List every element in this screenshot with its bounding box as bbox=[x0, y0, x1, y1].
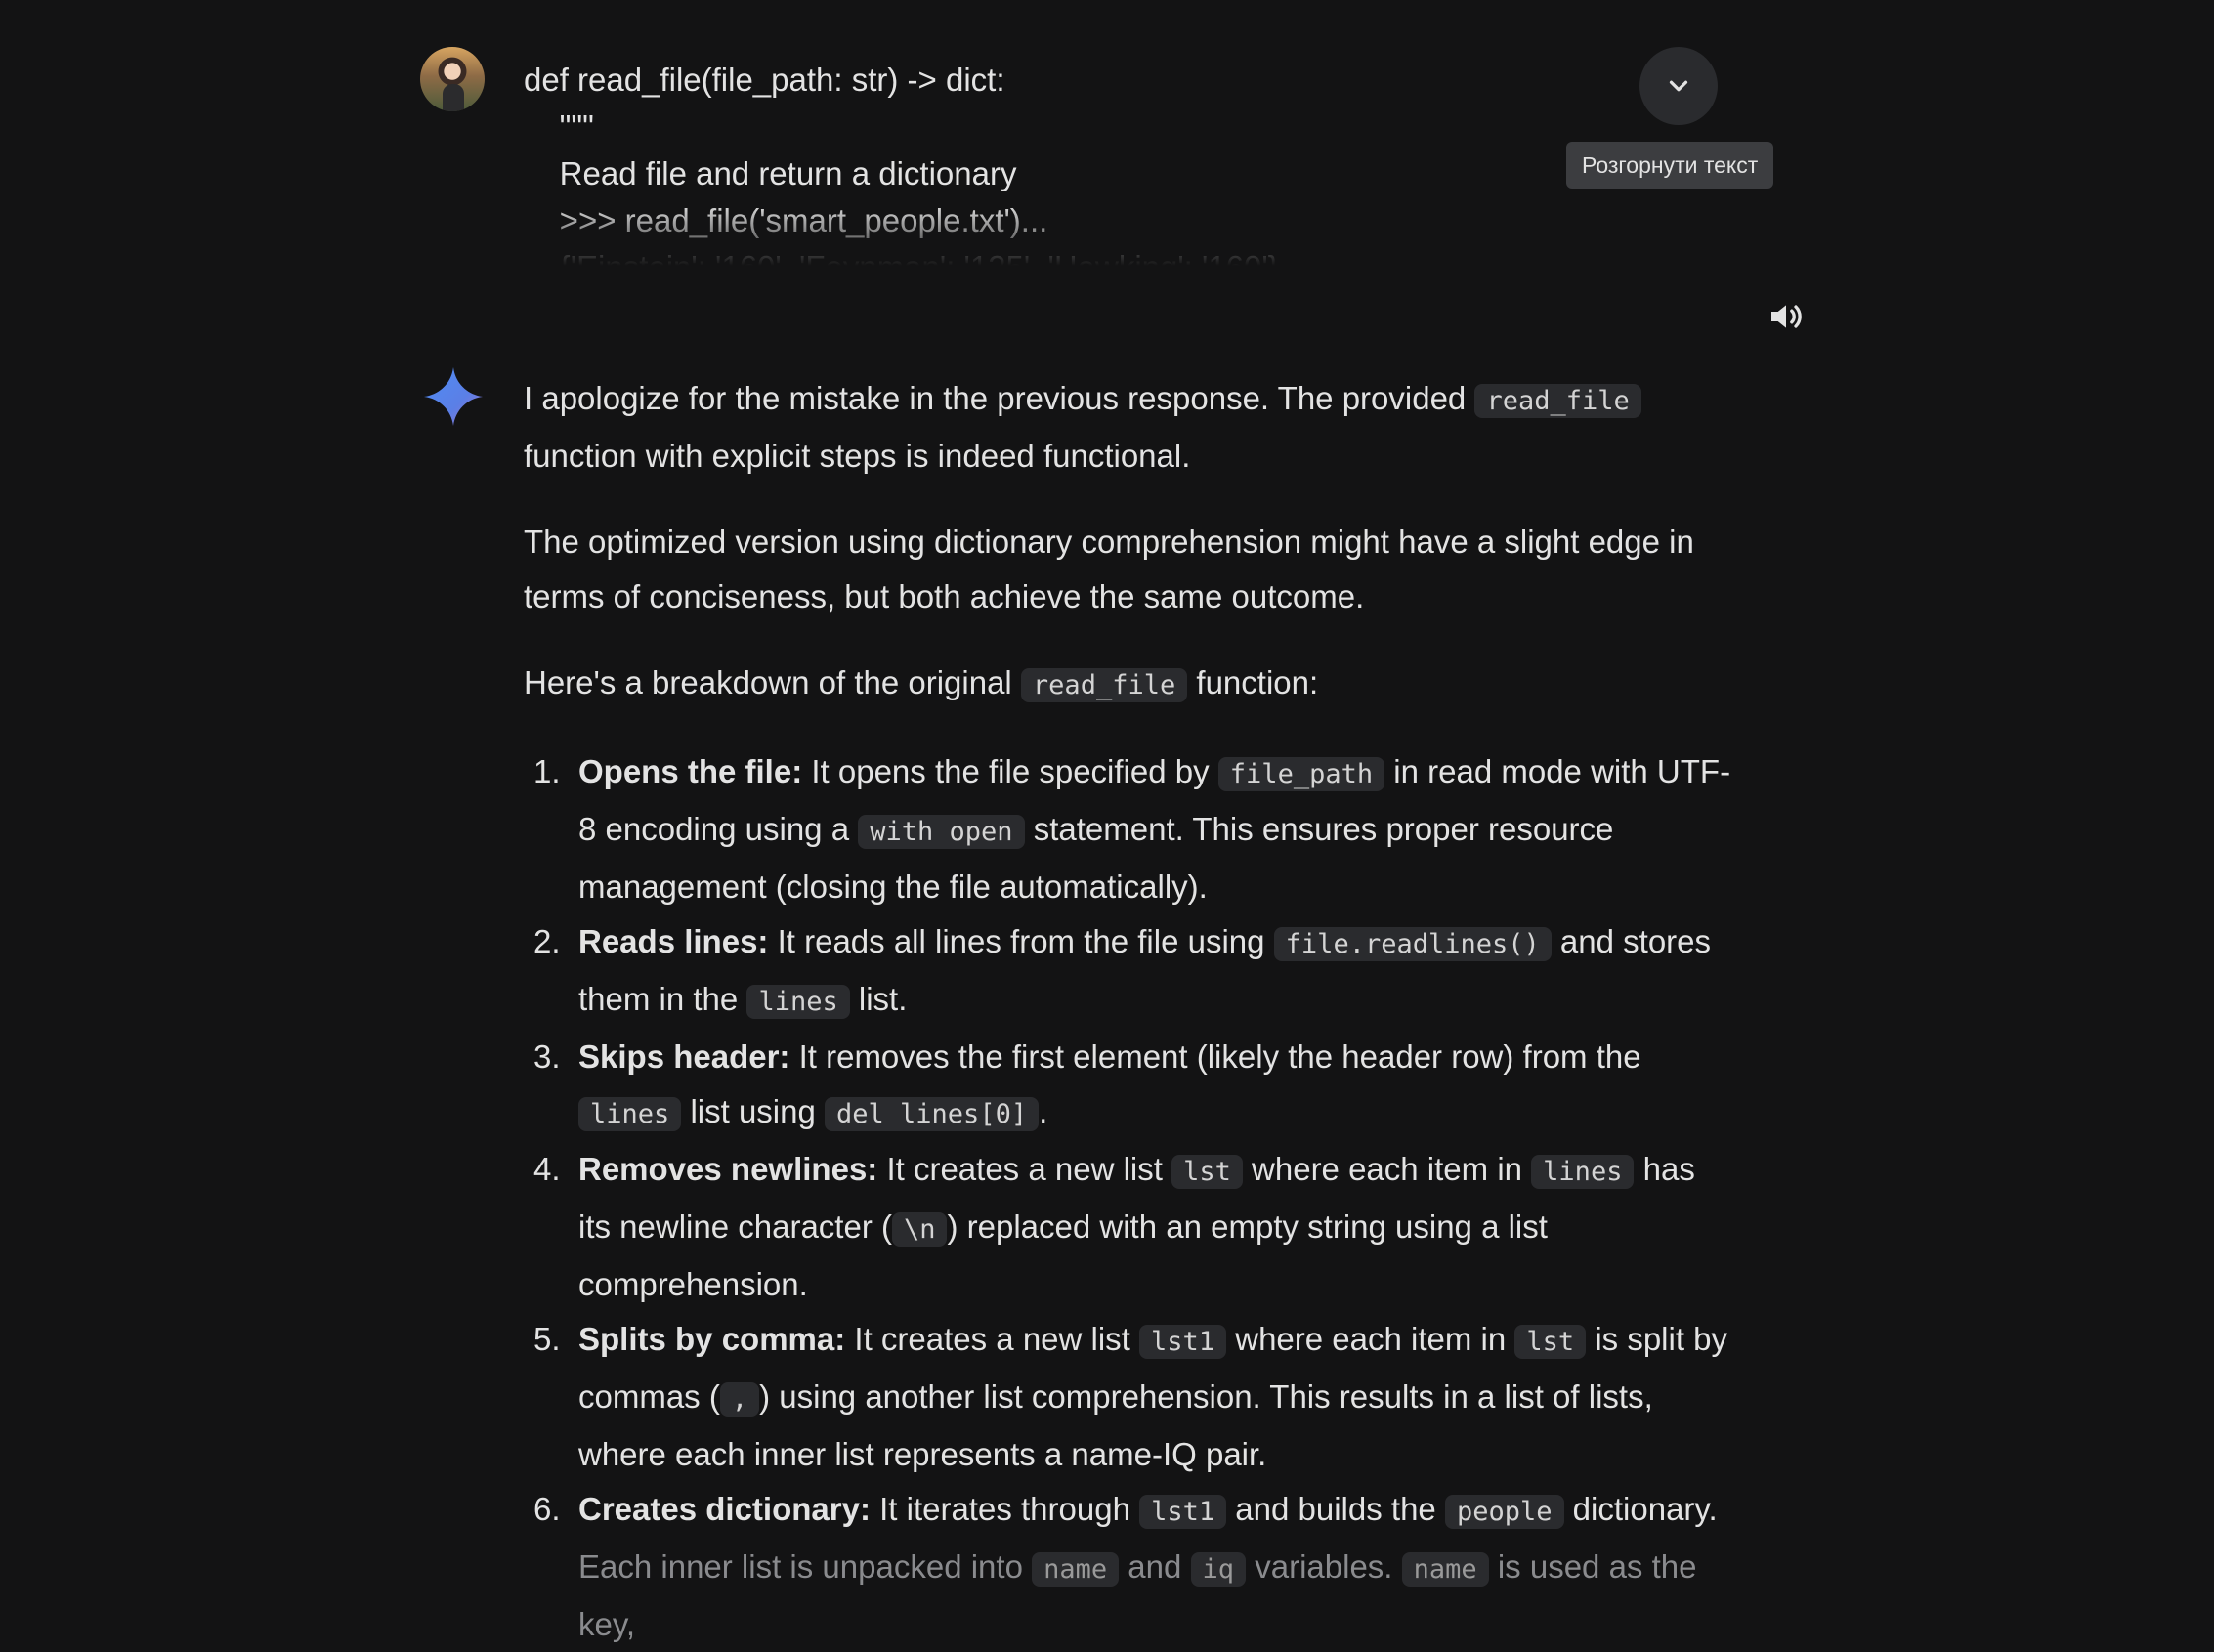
user-line: {'Einstein': '160', 'Feynman': '125', 'H… bbox=[524, 244, 1501, 266]
inline-code: del lines[0] bbox=[825, 1097, 1040, 1131]
text: It opens the file specified by bbox=[802, 753, 1218, 789]
faded-continuation: Each inner list is unpacked into name an… bbox=[578, 1540, 1735, 1652]
text: . bbox=[1039, 1093, 1048, 1129]
inline-code: lst1 bbox=[1139, 1325, 1227, 1359]
inline-code: file.readlines() bbox=[1273, 927, 1552, 961]
text: It creates a new list bbox=[845, 1321, 1140, 1357]
inline-code: lines bbox=[1531, 1155, 1635, 1189]
inline-code: people bbox=[1444, 1495, 1564, 1529]
inline-code: lines bbox=[746, 985, 850, 1019]
response-paragraph: I apologize for the mistake in the previ… bbox=[524, 371, 1735, 484]
text: It creates a new list bbox=[877, 1151, 1172, 1187]
list-item: 2. Reads lines: It reads all lines from … bbox=[524, 914, 1735, 1030]
inline-code: lst bbox=[1514, 1325, 1587, 1359]
step-title: Reads lines: bbox=[578, 923, 769, 959]
user-line: >>> read_file('smart_people.txt')... bbox=[524, 202, 1048, 238]
inline-code: lines bbox=[578, 1097, 682, 1131]
inline-code: lst bbox=[1171, 1155, 1243, 1189]
list-item: 3. Skips header: It removes the first el… bbox=[524, 1030, 1735, 1142]
step-title: Removes newlines: bbox=[578, 1151, 878, 1187]
inline-code: read_file bbox=[1474, 384, 1641, 418]
text: variables. bbox=[1246, 1548, 1402, 1585]
list-item: 5. Splits by comma: It creates a new lis… bbox=[524, 1312, 1735, 1482]
text: function: bbox=[1187, 664, 1319, 700]
list-number: 2. bbox=[533, 923, 561, 959]
expand-text-button[interactable] bbox=[1639, 47, 1718, 125]
text: and builds the bbox=[1226, 1491, 1445, 1527]
inline-code: name bbox=[1032, 1552, 1120, 1587]
text: Here's a breakdown of the original bbox=[524, 664, 1021, 700]
user-message-text: def read_file(file_path: str) -> dict: "… bbox=[524, 57, 1501, 266]
inline-code: lst1 bbox=[1139, 1495, 1227, 1529]
list-item: 1. Opens the file: It opens the file spe… bbox=[524, 744, 1735, 914]
user-line: """ bbox=[524, 108, 594, 145]
text: where each item in bbox=[1226, 1321, 1515, 1357]
user-line: def read_file(file_path: str) -> dict: bbox=[524, 62, 1005, 98]
text: It removes the first element (likely the… bbox=[789, 1038, 1641, 1075]
expand-text-tooltip: Розгорнути текст bbox=[1566, 142, 1774, 189]
step-title: Creates dictionary: bbox=[578, 1491, 871, 1527]
user-line: Read file and return a dictionary bbox=[524, 155, 1017, 191]
list-number: 6. bbox=[533, 1491, 561, 1527]
response-paragraph: Here's a breakdown of the original read_… bbox=[524, 656, 1735, 713]
steps-list: 1. Opens the file: It opens the file spe… bbox=[524, 744, 1735, 1652]
text: I apologize for the mistake in the previ… bbox=[524, 380, 1475, 416]
response-paragraph: The optimized version using dictionary c… bbox=[524, 524, 1694, 614]
gemini-sparkle-icon bbox=[424, 367, 483, 426]
step-title: Skips header: bbox=[578, 1038, 790, 1075]
step-title: Opens the file: bbox=[578, 753, 803, 789]
speaker-icon[interactable] bbox=[1767, 297, 1806, 336]
model-response: I apologize for the mistake in the previ… bbox=[524, 371, 1735, 1652]
inline-code: iq bbox=[1190, 1552, 1247, 1587]
text: dictionary. bbox=[1563, 1491, 1718, 1527]
text: where each item in bbox=[1242, 1151, 1532, 1187]
inline-code: name bbox=[1401, 1552, 1489, 1587]
list-item: 6. Creates dictionary: It iterates throu… bbox=[524, 1482, 1735, 1652]
step-title: Splits by comma: bbox=[578, 1321, 846, 1357]
inline-code: \n bbox=[891, 1212, 948, 1247]
list-number: 1. bbox=[533, 753, 561, 789]
text: function with explicit steps is indeed f… bbox=[524, 438, 1191, 474]
user-message: def read_file(file_path: str) -> dict: "… bbox=[420, 47, 1808, 266]
text: list. bbox=[849, 981, 908, 1017]
text: list using bbox=[681, 1093, 826, 1129]
inline-code: , bbox=[719, 1382, 760, 1417]
inline-code: read_file bbox=[1020, 668, 1188, 702]
inline-code: file_path bbox=[1217, 757, 1385, 791]
text: It iterates through bbox=[870, 1491, 1140, 1527]
list-item: 4. Removes newlines: It creates a new li… bbox=[524, 1142, 1735, 1312]
list-number: 3. bbox=[533, 1038, 561, 1075]
inline-code: with open bbox=[858, 815, 1025, 849]
list-number: 4. bbox=[533, 1151, 561, 1187]
avatar[interactable] bbox=[420, 47, 485, 111]
chevron-down-icon bbox=[1669, 80, 1688, 92]
text: It reads all lines from the file using bbox=[768, 923, 1274, 959]
text: Each inner list is unpacked into bbox=[578, 1548, 1033, 1585]
list-number: 5. bbox=[533, 1321, 561, 1357]
text: and bbox=[1119, 1548, 1191, 1585]
